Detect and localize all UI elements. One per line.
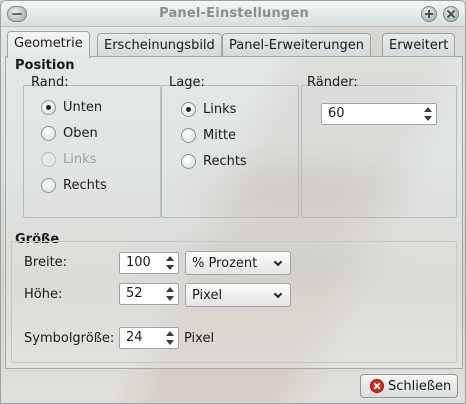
symbolgroesse-spinbox[interactable]: 24 (119, 327, 179, 349)
rand-label: Rand: (31, 75, 69, 90)
radio-rand-rechts[interactable]: Rechts (41, 176, 107, 194)
radio-label: Links (63, 151, 97, 167)
radio-label: Rechts (203, 153, 247, 169)
symbolgroesse-unit: Pixel (184, 331, 215, 346)
hoehe-label: Höhe: (24, 287, 63, 302)
close-icon[interactable] (443, 6, 459, 22)
radio-label: Unten (63, 99, 103, 115)
radio-icon[interactable] (181, 127, 196, 143)
tab-erweitert[interactable]: Erweitert (382, 33, 456, 57)
radio-icon[interactable] (181, 153, 196, 169)
radio-label: Mitte (203, 127, 237, 143)
radio-checked-icon[interactable] (41, 99, 56, 115)
breite-spinbox[interactable]: 100 (119, 252, 179, 274)
close-button[interactable]: Schließen (360, 374, 458, 398)
chevron-down-icon (273, 289, 283, 299)
spin-down-icon[interactable] (424, 116, 432, 121)
tab-panel-erweiterungen[interactable]: Panel-Erweiterungen (222, 33, 371, 57)
close-button-label: Schließen (388, 379, 452, 394)
breite-value[interactable]: 100 (126, 255, 151, 270)
breite-unit-value: % Prozent (192, 256, 258, 271)
radio-lage-mitte[interactable]: Mitte (181, 126, 236, 144)
radio-rand-links: Links (41, 150, 96, 168)
spin-up-icon[interactable] (166, 256, 174, 261)
hoehe-unit-select[interactable]: Pixel (185, 283, 291, 307)
spin-up-icon[interactable] (166, 331, 174, 336)
lage-label: Lage: (169, 75, 205, 90)
maximize-icon[interactable] (421, 6, 437, 22)
hoehe-value[interactable]: 52 (126, 286, 143, 301)
radio-label: Oben (63, 125, 98, 141)
spin-down-icon[interactable] (166, 296, 174, 301)
position-heading: Position (15, 58, 75, 73)
spin-arrows[interactable] (164, 329, 176, 347)
radio-label: Rechts (63, 177, 107, 193)
radio-rand-unten[interactable]: Unten (41, 98, 102, 116)
raender-spinbox[interactable]: 60 (321, 103, 437, 125)
spin-down-icon[interactable] (166, 265, 174, 270)
tab-erscheinungsbild[interactable]: Erscheinungsbild (97, 33, 222, 57)
hoehe-spinbox[interactable]: 52 (119, 283, 179, 305)
breite-label: Breite: (24, 255, 68, 270)
radio-label: Links (203, 101, 237, 117)
window-title: Panel-Einstellungen (159, 6, 309, 21)
symbolgroesse-label: Symbolgröße: (24, 331, 115, 346)
close-icon (370, 379, 384, 393)
spin-down-icon[interactable] (166, 340, 174, 345)
spin-arrows[interactable] (164, 285, 176, 303)
radio-lage-rechts[interactable]: Rechts (181, 152, 247, 170)
radio-checked-icon[interactable] (181, 101, 196, 117)
raender-value[interactable]: 60 (328, 106, 345, 121)
radio-icon (41, 151, 56, 167)
raender-label: Ränder: (307, 75, 358, 90)
spin-up-icon[interactable] (424, 107, 432, 112)
hoehe-unit-value: Pixel (192, 288, 223, 303)
breite-unit-select[interactable]: % Prozent (185, 251, 291, 275)
radio-icon[interactable] (41, 125, 56, 141)
spin-arrows[interactable] (164, 254, 176, 272)
radio-rand-oben[interactable]: Oben (41, 124, 98, 142)
symbolgroesse-value[interactable]: 24 (126, 330, 143, 345)
title-bar[interactable]: Panel-Einstellungen (1, 1, 465, 27)
tab-geometrie[interactable]: Geometrie (7, 31, 90, 58)
spin-arrows[interactable] (422, 105, 434, 123)
spin-up-icon[interactable] (166, 287, 174, 292)
radio-icon[interactable] (41, 177, 56, 193)
chevron-down-icon (273, 257, 283, 267)
radio-lage-links[interactable]: Links (181, 100, 236, 118)
panel-settings-window: Panel-Einstellungen Geometrie Erscheinun… (0, 0, 466, 404)
